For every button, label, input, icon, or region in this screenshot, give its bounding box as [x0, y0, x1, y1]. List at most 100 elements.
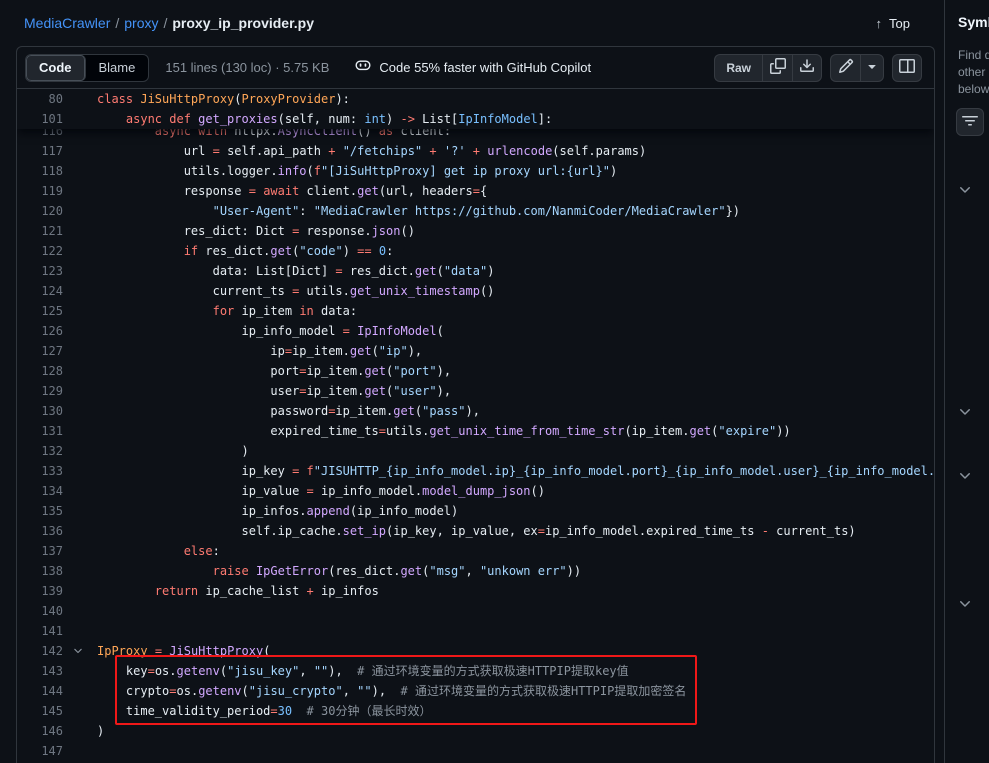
line-number[interactable]: 126: [17, 321, 63, 341]
chevron-down-icon[interactable]: [957, 182, 973, 198]
edit-dropdown-button[interactable]: [860, 54, 884, 82]
code-line: 140: [17, 601, 934, 621]
code-line: 141: [17, 621, 934, 641]
line-number[interactable]: 118: [17, 161, 63, 181]
line-number[interactable]: 138: [17, 561, 63, 581]
line-number[interactable]: 134: [17, 481, 63, 501]
sticky-scope-header: 80 class JiSuHttpProxy(ProxyProvider): 101…: [17, 89, 934, 129]
code-text: self.ip_cache.set_ip(ip_key, ip_value, e…: [97, 521, 856, 541]
line-gutter: [63, 661, 97, 681]
line-number[interactable]: 139: [17, 581, 63, 601]
code-viewer: 116 async with httpx.AsyncClient() as cl…: [17, 89, 934, 763]
file-toolbar: Code Blame 151 lines (130 loc) · 5.75 KB…: [17, 47, 934, 89]
line-gutter: [63, 421, 97, 441]
line-number[interactable]: 147: [17, 741, 63, 761]
code-text: ip_info_model = IpInfoModel(: [97, 321, 444, 341]
tab-code[interactable]: Code: [26, 55, 86, 81]
line-gutter: [63, 141, 97, 161]
file-path-breadcrumb: MediaCrawler/proxy/proxy_ip_provider.py: [24, 15, 314, 31]
chevron-down-icon[interactable]: [957, 404, 973, 420]
copy-raw-button[interactable]: [762, 54, 792, 82]
line-number[interactable]: 125: [17, 301, 63, 321]
github-file-page: MediaCrawler/proxy/proxy_ip_provider.py …: [0, 0, 989, 763]
line-gutter: [63, 161, 97, 181]
chevron-down-icon[interactable]: [957, 596, 973, 612]
code-line: 123 data: List[Dict] = res_dict.get("dat…: [17, 261, 934, 281]
line-number[interactable]: 121: [17, 221, 63, 241]
line-gutter: [63, 301, 97, 321]
chevron-down-icon[interactable]: [957, 468, 973, 484]
code-lines: 116 async with httpx.AsyncClient() as cl…: [17, 121, 934, 761]
line-number[interactable]: 127: [17, 341, 63, 361]
back-to-top-button[interactable]: ↑ Top: [876, 16, 910, 31]
copilot-banner[interactable]: Code 55% faster with GitHub Copilot: [355, 57, 591, 78]
line-number[interactable]: 142: [17, 641, 63, 661]
line-gutter: [63, 261, 97, 281]
line-number[interactable]: 80: [17, 89, 63, 109]
line-number[interactable]: 146: [17, 721, 63, 741]
line-number[interactable]: 119: [17, 181, 63, 201]
filter-symbols-button[interactable]: [956, 108, 984, 136]
line-gutter: [63, 581, 97, 601]
line-gutter: [63, 741, 97, 761]
line-number[interactable]: 129: [17, 381, 63, 401]
toolbar-actions: Raw: [714, 54, 922, 82]
code-text: password=ip_item.get("pass"),: [97, 401, 480, 421]
line-gutter: [63, 181, 97, 201]
collapse-chevron-icon[interactable]: [63, 641, 97, 661]
code-text: class JiSuHttpProxy(ProxyProvider):: [97, 89, 350, 109]
code-text: port=ip_item.get("port"),: [97, 361, 451, 381]
breadcrumb-folder-link[interactable]: proxy: [124, 15, 158, 31]
line-number[interactable]: 132: [17, 441, 63, 461]
line-number[interactable]: 101: [17, 109, 63, 129]
breadcrumb-separator: /: [115, 15, 119, 31]
line-gutter: [63, 521, 97, 541]
line-number[interactable]: 140: [17, 601, 63, 621]
symbols-panel-toggle-button[interactable]: [892, 54, 922, 82]
code-text: async def get_proxies(self, num: int) ->…: [97, 109, 552, 129]
line-gutter: [63, 321, 97, 341]
line-number[interactable]: 145: [17, 701, 63, 721]
main-column: MediaCrawler/proxy/proxy_ip_provider.py …: [0, 0, 944, 763]
code-line: 135 ip_infos.append(ip_info_model): [17, 501, 934, 521]
line-number[interactable]: 143: [17, 661, 63, 681]
code-text: utils.logger.info(f"[JiSuHttpProxy] get …: [97, 161, 617, 181]
line-number[interactable]: 120: [17, 201, 63, 221]
code-text: else:: [97, 541, 220, 561]
line-number[interactable]: 136: [17, 521, 63, 541]
code-line: 120 "User-Agent": "MediaCrawler https://…: [17, 201, 934, 221]
line-gutter: [63, 681, 97, 701]
edit-button[interactable]: [830, 54, 860, 82]
raw-button[interactable]: Raw: [714, 54, 762, 82]
code-text: expired_time_ts=utils.get_unix_time_from…: [97, 421, 791, 441]
download-icon: [799, 58, 815, 77]
breadcrumb: MediaCrawler/proxy/proxy_ip_provider.py …: [0, 0, 944, 46]
tab-blame[interactable]: Blame: [86, 55, 149, 81]
line-gutter: [63, 541, 97, 561]
line-number[interactable]: 123: [17, 261, 63, 281]
download-raw-button[interactable]: [792, 54, 822, 82]
line-gutter: [63, 481, 97, 501]
edit-button-group: [830, 54, 884, 82]
line-gutter: [63, 281, 97, 301]
line-number[interactable]: 117: [17, 141, 63, 161]
line-number[interactable]: 122: [17, 241, 63, 261]
code-line: 127 ip=ip_item.get("ip"),: [17, 341, 934, 361]
line-gutter: [63, 89, 97, 109]
copilot-promo-text: Code 55% faster with GitHub Copilot: [379, 60, 591, 75]
line-number[interactable]: 133: [17, 461, 63, 481]
pencil-icon: [838, 58, 854, 77]
line-number[interactable]: 128: [17, 361, 63, 381]
line-number[interactable]: 124: [17, 281, 63, 301]
code-text: data: List[Dict] = res_dict.get("data"): [97, 261, 494, 281]
line-number[interactable]: 135: [17, 501, 63, 521]
line-number[interactable]: 144: [17, 681, 63, 701]
breadcrumb-file-name: proxy_ip_provider.py: [172, 15, 314, 31]
line-number[interactable]: 130: [17, 401, 63, 421]
code-text: url = self.api_path + "/fetchips" + '?' …: [97, 141, 646, 161]
line-number[interactable]: 131: [17, 421, 63, 441]
line-number[interactable]: 137: [17, 541, 63, 561]
line-number[interactable]: 141: [17, 621, 63, 641]
breadcrumb-repo-link[interactable]: MediaCrawler: [24, 15, 110, 31]
code-text: key=os.getenv("jisu_key", ""), # 通过环境变量的…: [97, 661, 629, 681]
